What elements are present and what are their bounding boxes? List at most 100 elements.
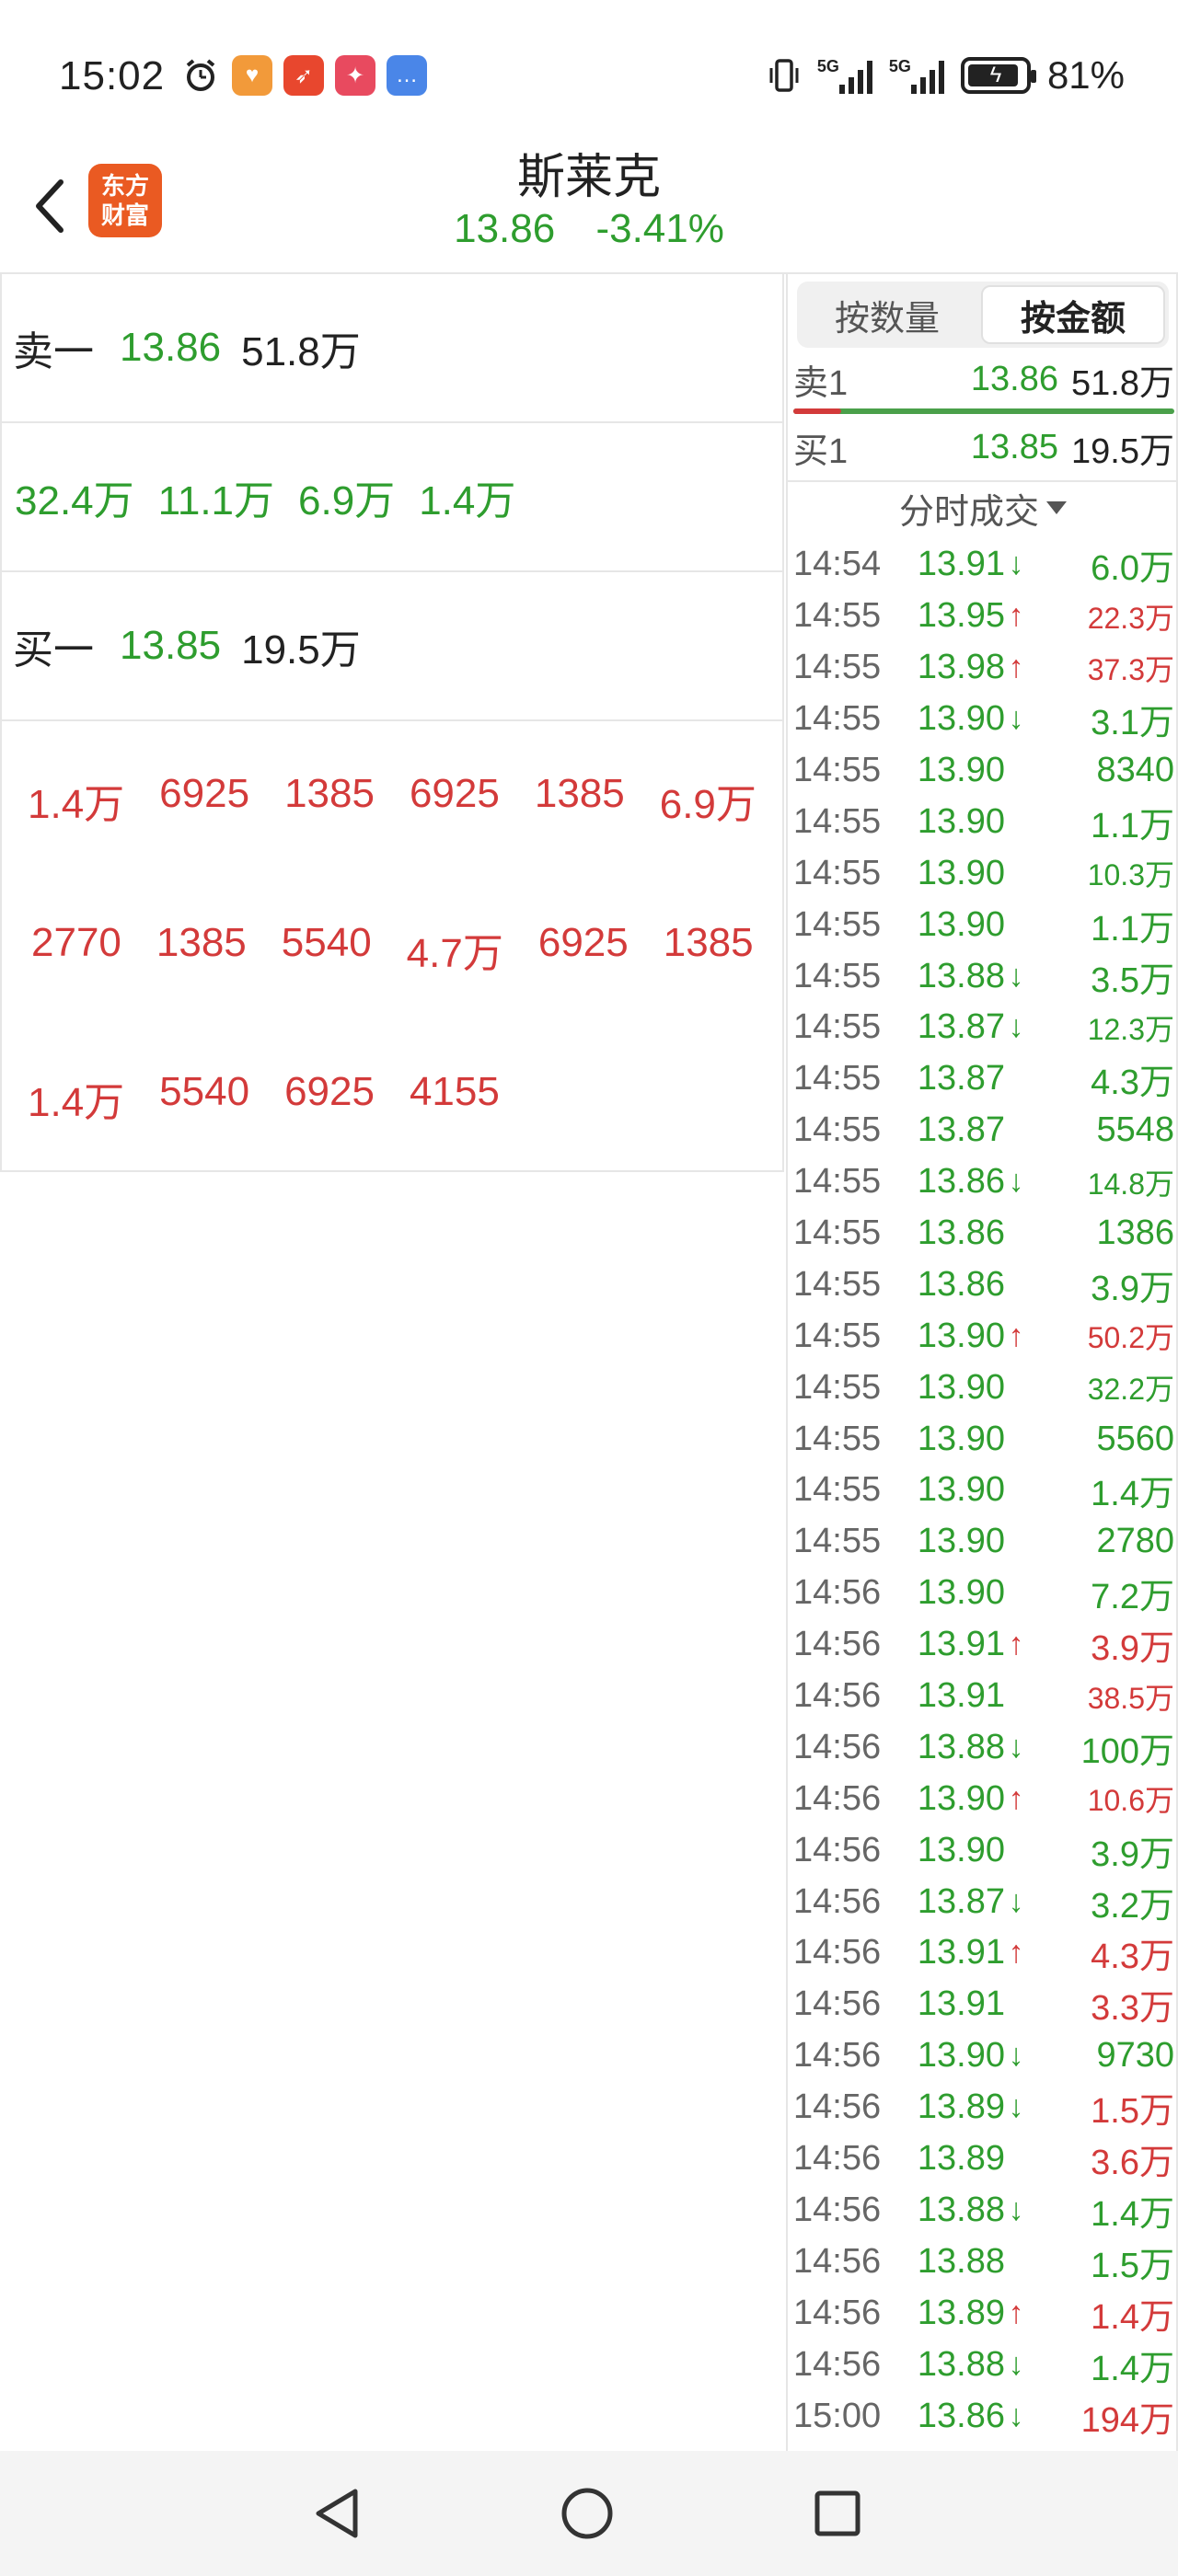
queue-item: 6925 [409, 771, 500, 816]
message-app-icon: … [387, 55, 427, 96]
tick-price: 13.90 [917, 1830, 1005, 1869]
tick-price: 13.88 [917, 956, 1005, 995]
arrow-down-icon: ↓ [1008, 1883, 1024, 1919]
arrow-down-icon: ↓ [1008, 2089, 1024, 2125]
tick-time: 14:56 [793, 1676, 882, 1716]
buy1-price: 13.85 [120, 623, 222, 668]
tick-price: 13.88 [917, 2190, 1005, 2229]
tick-volume: 38.5万 [1087, 1681, 1174, 1715]
tick-volume: 8340 [1096, 751, 1174, 789]
queue-item: 1385 [284, 771, 375, 816]
sell1-summary-row: 卖1 13.86 51.8万 [793, 351, 1174, 407]
tick-price: 13.86 [917, 1264, 1005, 1304]
tick-volume: 12.3万 [1087, 1012, 1174, 1046]
toggle-by-quantity[interactable]: 按数量 [797, 282, 977, 348]
tick-volume: 1.4万 [1091, 1475, 1174, 1514]
tick-time: 14:54 [793, 545, 882, 584]
tick-volume: 1.4万 [1091, 2194, 1174, 2234]
tick-price: 13.88 [917, 2241, 1005, 2281]
nav-back-button[interactable] [309, 2486, 364, 2541]
arrow-down-icon: ↓ [1008, 2038, 1024, 2074]
tick-volume: 3.3万 [1091, 1989, 1174, 2029]
unit-toggle: 按数量 按金额 [797, 282, 1169, 348]
queue-item: 6.9万 [298, 478, 396, 523]
tick-volume: 194万 [1080, 2400, 1174, 2440]
stock-change-pct: -3.41% [595, 206, 724, 251]
tick-time: 14:55 [793, 1522, 882, 1561]
tick-time: 14:55 [793, 1213, 882, 1253]
tick-time: 14:56 [793, 2241, 882, 2281]
status-right: 5G 5G ϟ 81% [768, 53, 1125, 98]
tick-time: 14:55 [793, 1470, 882, 1510]
tick-row: 15:00 13.86 ↓ 194万 [793, 2390, 1174, 2442]
tick-volume: 3.9万 [1091, 1629, 1174, 1669]
tick-row: 14:55 13.88 ↓ 3.5万 [793, 950, 1174, 1002]
tick-volume: 1.1万 [1091, 909, 1174, 949]
order-queue-panel: 卖一 13.86 51.8万 32.4万 11.1万 6.9万 1.4万 买一 … [0, 274, 784, 1172]
tick-price: 13.90 [917, 751, 1005, 789]
tick-row: 14:56 13.91 38.5万 [793, 1671, 1174, 1722]
tick-volume: 1.4万 [1091, 2349, 1174, 2388]
tick-time: 14:56 [793, 2190, 882, 2229]
tick-row: 14:55 13.90 1.4万 [793, 1465, 1174, 1516]
tick-price: 13.86 [917, 2396, 1005, 2435]
sell1-label: 卖1 [793, 363, 849, 403]
ticks-panel: 按数量 按金额 卖1 13.86 51.8万 买1 13.85 19.5万 分时… [786, 274, 1178, 2451]
queue-item: 11.1万 [157, 478, 275, 523]
tick-time: 15:00 [793, 2396, 882, 2435]
arrow-down-icon: ↓ [1008, 546, 1024, 582]
buy-queue-row: 2770 1385 5540 4.7万 6925 1385 [2, 920, 784, 979]
tick-volume: 32.2万 [1087, 1373, 1174, 1407]
tick-row: 14:55 13.90 2780 [793, 1516, 1174, 1568]
arrow-up-icon: ↑ [1008, 1935, 1024, 1971]
tick-volume: 3.9万 [1091, 1269, 1174, 1308]
tick-price: 13.98 [917, 648, 1005, 687]
arrow-up-icon: ↑ [1008, 2294, 1024, 2330]
status-time: 15:02 [59, 53, 166, 98]
tick-volume: 3.2万 [1091, 1886, 1174, 1926]
queue-item: 6925 [284, 1069, 375, 1114]
triangle-back-icon [316, 2489, 358, 2538]
tick-time: 14:56 [793, 2139, 882, 2179]
buy1-summary-row: 买1 13.85 19.5万 [793, 420, 1174, 475]
circle-home-icon [561, 2488, 613, 2539]
tick-row: 14:55 13.90 8340 [793, 745, 1174, 797]
tick-row: 14:56 13.91 3.3万 [793, 1979, 1174, 2030]
tick-volume: 2780 [1096, 1522, 1174, 1561]
queue-item: 1385 [663, 920, 754, 965]
sell1-row[interactable]: 卖一 13.86 51.8万 [2, 274, 784, 423]
tick-time: 14:55 [793, 1162, 882, 1202]
arrow-down-icon: ↓ [1008, 1009, 1024, 1045]
toggle-by-amount[interactable]: 按金额 [981, 285, 1165, 344]
queue-item: 1.4万 [28, 782, 125, 827]
sell1-amount: 51.8万 [1071, 363, 1174, 403]
arrow-down-icon: ↓ [1008, 958, 1024, 994]
square-recents-icon [814, 2490, 860, 2536]
tick-volume: 7.2万 [1091, 1578, 1174, 1617]
tick-time: 14:56 [793, 2293, 882, 2332]
tick-price: 13.90 [917, 801, 1005, 841]
tick-row: 14:56 13.88 ↓ 100万 [793, 1721, 1174, 1773]
buy1-label: 买1 [793, 431, 849, 471]
ticks-dropdown[interactable]: 分时成交 [788, 482, 1178, 534]
tick-price: 13.90 [917, 1316, 1005, 1355]
arrow-down-icon: ↓ [1008, 2346, 1024, 2382]
arrow-up-icon: ↑ [1008, 1317, 1024, 1353]
tick-volume: 9730 [1096, 2036, 1174, 2076]
arrow-down-icon: ↓ [1008, 1729, 1024, 1765]
queue-item: 6.9万 [659, 782, 756, 827]
tick-time: 14:55 [793, 699, 882, 739]
tick-row: 14:55 13.87 4.3万 [793, 1053, 1174, 1105]
tick-time: 14:55 [793, 1316, 882, 1355]
tick-volume: 1.5万 [1091, 2092, 1174, 2132]
buy1-row[interactable]: 买一 13.85 19.5万 [2, 572, 784, 721]
tick-volume: 5548 [1096, 1110, 1174, 1150]
tick-time: 14:56 [793, 2036, 882, 2076]
tick-volume: 4.3万 [1091, 1938, 1174, 1977]
nav-recents-button[interactable] [810, 2486, 865, 2541]
tick-volume: 22.3万 [1087, 601, 1174, 635]
tick-price: 13.89 [917, 2087, 1005, 2127]
tick-price: 13.89 [917, 2293, 1005, 2332]
tick-time: 14:55 [793, 956, 882, 995]
nav-home-button[interactable] [560, 2486, 615, 2541]
